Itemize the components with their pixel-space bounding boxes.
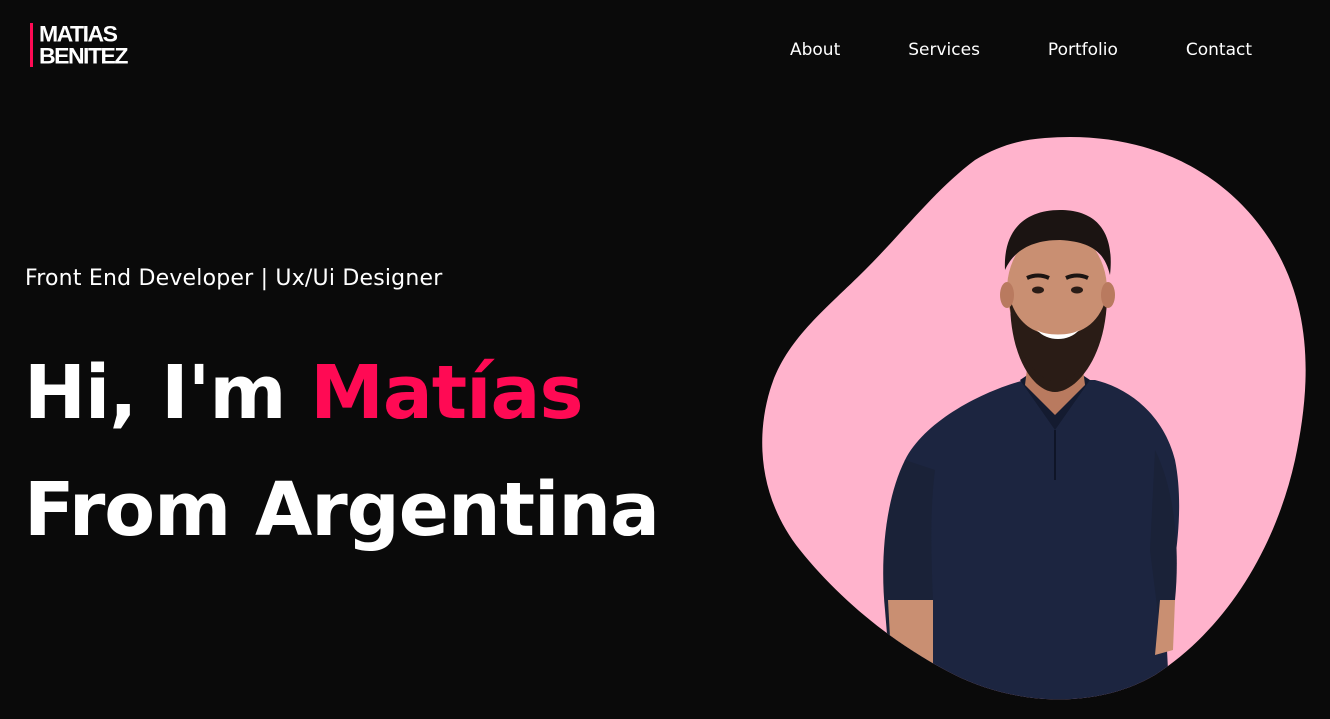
- hero-name: Matías: [310, 350, 583, 436]
- hero-headline-greeting: Hi, I'm Matías: [24, 348, 584, 438]
- hero-subtitle: Front End Developer | Ux/Ui Designer: [25, 266, 443, 291]
- hero-headline-origin: From Argentina: [24, 467, 660, 553]
- logo-line-last: BENITEZ: [39, 43, 128, 69]
- nav-link-portfolio[interactable]: Portfolio: [1048, 38, 1118, 62]
- page: MATIAS BENITEZ About Services Portfolio …: [0, 0, 1330, 719]
- logo-line-first: MATIAS: [39, 21, 118, 47]
- hero-greeting: Hi, I'm: [24, 350, 286, 436]
- main-nav: About Services Portfolio Contact: [790, 38, 1252, 62]
- nav-link-services[interactable]: Services: [908, 38, 980, 62]
- nav-link-about[interactable]: About: [790, 38, 840, 62]
- nav-link-contact[interactable]: Contact: [1186, 38, 1252, 62]
- brand-logo[interactable]: MATIAS BENITEZ: [30, 21, 128, 69]
- hero-portrait: [762, 136, 1306, 700]
